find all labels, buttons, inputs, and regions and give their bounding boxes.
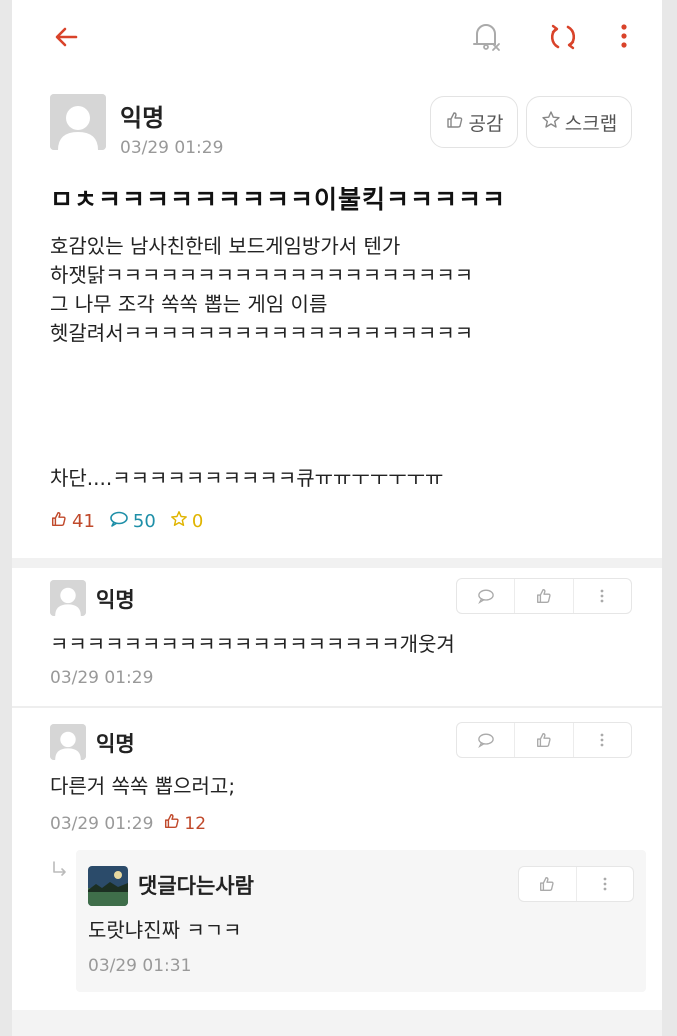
- refresh-icon[interactable]: [546, 20, 580, 54]
- scrap-count-value: 0: [191, 511, 204, 532]
- kebab-menu-icon[interactable]: [572, 579, 631, 613]
- post-title: ㅁㅊㅋㅋㅋㅋㅋㅋㅋㅋㅋ이불킥ㅋㅋㅋㅋㅋ: [50, 185, 507, 214]
- comment-date: 03/29 01:29: [50, 668, 153, 688]
- author-avatar: [50, 94, 106, 150]
- reply-avatar: [88, 866, 128, 906]
- post-author: 익명: [120, 104, 165, 132]
- kebab-menu-icon[interactable]: [575, 867, 634, 901]
- reply-icon[interactable]: [457, 579, 514, 613]
- top-app-bar: [12, 0, 662, 72]
- comment-date-value: 03/29 01:29: [50, 668, 154, 688]
- thumbs-up-icon: [50, 510, 68, 533]
- thumbs-up-icon[interactable]: [519, 867, 576, 901]
- empathy-button[interactable]: 공감: [430, 96, 518, 148]
- reply-card: 댓글다는사람 도랏냐진짜 ㅋㄱㅋ 03/29 01:31: [76, 850, 646, 992]
- reply-icon[interactable]: [457, 723, 514, 757]
- comment-text: ㅋㅋㅋㅋㅋㅋㅋㅋㅋㅋㅋㅋㅋㅋㅋㅋㅋㅋㅋ개웃겨: [50, 632, 455, 656]
- kebab-menu-icon[interactable]: [572, 723, 631, 757]
- scrap-label: 스크랩: [564, 112, 618, 135]
- thumbs-up-icon[interactable]: [514, 579, 572, 613]
- reply-author: 댓글다는사람: [138, 874, 254, 898]
- reply-arrow-icon: [50, 860, 70, 884]
- thumbs-up-icon: [445, 110, 465, 135]
- comment-count: 50: [109, 510, 156, 533]
- comment-actions: [456, 722, 632, 758]
- comment-divider: [12, 706, 662, 708]
- empathy-label: 공감: [468, 112, 504, 135]
- comment-author: 익명: [96, 588, 135, 612]
- comment-avatar: [50, 580, 86, 616]
- thumbs-up-icon: [163, 812, 181, 835]
- post-date: 03/29 01:29: [120, 138, 224, 158]
- bottom-divider: [12, 1010, 662, 1036]
- reply-date: 03/29 01:31: [88, 956, 191, 976]
- post-body-line: 헷갈려서ㅋㅋㅋㅋㅋㅋㅋㅋㅋㅋㅋㅋㅋㅋㅋㅋㅋㅋㅋ: [50, 321, 474, 345]
- comment-count-value: 50: [132, 511, 156, 532]
- comment-date-value: 03/29 01:29: [50, 813, 154, 834]
- star-icon: [541, 110, 561, 135]
- comment-author: 익명: [96, 732, 135, 756]
- reply-actions: [518, 866, 634, 902]
- star-icon: [170, 510, 188, 533]
- article-page: 익명 03/29 01:29 공감 스크랩 ㅁㅊㅋㅋㅋㅋㅋㅋㅋㅋㅋ이불킥ㅋㅋㅋㅋ…: [12, 0, 662, 1036]
- post-body-tail: 차단....ㅋㅋㅋㅋㅋㅋㅋㅋㅋㅋ큐ㅠㅠㅜㅜㅜㅜㅠ: [50, 466, 444, 490]
- comment-text: 다른거 쏙쏙 뽑으러고;: [50, 774, 236, 798]
- section-divider: [12, 558, 662, 568]
- thumbs-up-icon[interactable]: [514, 723, 572, 757]
- arrow-left-icon[interactable]: [50, 20, 84, 54]
- post-body-line: 그 나무 조각 쏙쏙 뽑는 게임 이름: [50, 292, 328, 316]
- like-count-value: 41: [72, 511, 95, 532]
- scrap-count: 0: [170, 510, 203, 533]
- post-body-line: 호감있는 남사친한테 보드게임방가서 텐가: [50, 234, 401, 258]
- comment-like-value: 12: [184, 813, 207, 834]
- speech-bubble-icon: [109, 510, 129, 533]
- comment-actions: [456, 578, 632, 614]
- comment-avatar: [50, 724, 86, 760]
- reply-date-value: 03/29 01:31: [88, 956, 192, 976]
- scrap-button[interactable]: 스크랩: [526, 96, 632, 148]
- post-body-line: 하잿닭ㅋㅋㅋㅋㅋㅋㅋㅋㅋㅋㅋㅋㅋㅋㅋㅋㅋㅋㅋㅋ: [50, 263, 474, 287]
- like-count: 41: [50, 510, 95, 533]
- post-stats: 41 50 0: [50, 510, 203, 533]
- kebab-menu-icon[interactable]: [612, 18, 636, 54]
- comment-date: 03/29 01:29 12: [50, 812, 206, 835]
- post-body: 호감있는 남사친한테 보드게임방가서 텐가 하잿닭ㅋㅋㅋㅋㅋㅋㅋㅋㅋㅋㅋㅋㅋㅋㅋ…: [50, 232, 650, 348]
- bell-off-icon[interactable]: [468, 18, 504, 56]
- comment-like-count: 12: [163, 812, 206, 835]
- reply-text: 도랏냐진짜 ㅋㄱㅋ: [88, 918, 242, 942]
